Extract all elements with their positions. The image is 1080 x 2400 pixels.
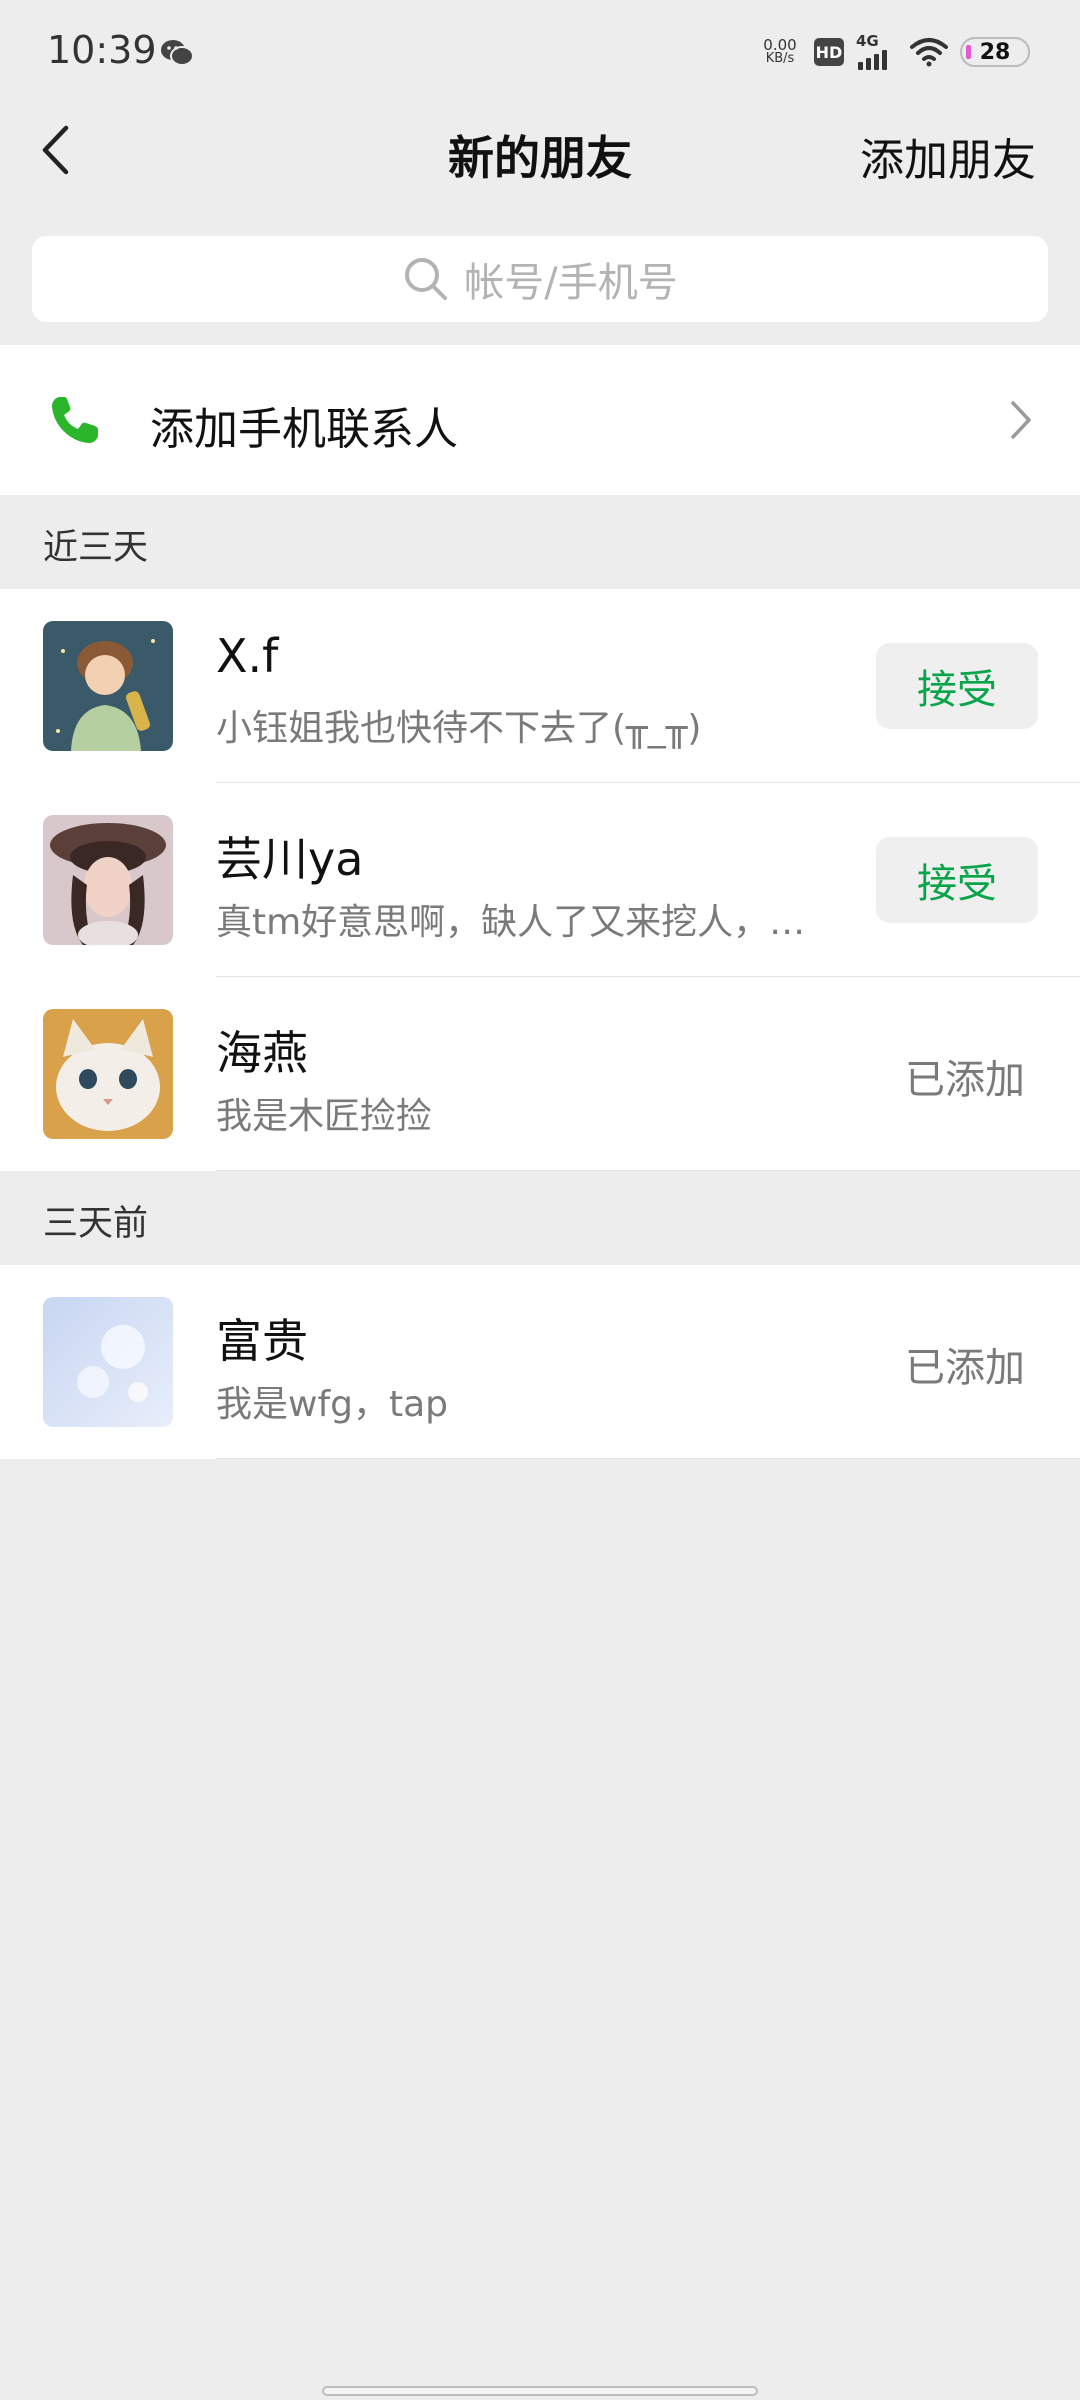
friend-name: 芸川ya bbox=[216, 832, 364, 886]
signal-bar bbox=[882, 50, 887, 70]
status-bar: 10:39 0.00 KB/s HD 4G 28 bbox=[0, 0, 1080, 100]
section-title: 三天前 bbox=[43, 1204, 149, 1244]
chevron-right-icon bbox=[1011, 401, 1031, 439]
avatar bbox=[43, 1009, 173, 1139]
search-input[interactable]: 帐号/手机号 bbox=[32, 236, 1048, 322]
search-placeholder: 帐号/手机号 bbox=[464, 260, 678, 306]
cellular-signal-icon: 4G bbox=[856, 32, 898, 70]
friend-name: 海燕 bbox=[216, 1026, 308, 1080]
avatar bbox=[43, 815, 173, 945]
accept-button[interactable]: 接受 bbox=[876, 837, 1038, 923]
avatar-image bbox=[43, 815, 173, 945]
avatar bbox=[43, 1297, 173, 1427]
network-type-label: 4G bbox=[856, 32, 879, 50]
added-status: 已添加 bbox=[905, 1345, 1025, 1391]
added-status: 已添加 bbox=[905, 1057, 1025, 1103]
friend-name: X.f bbox=[216, 629, 279, 683]
friend-message: 真tm好意思啊，缺人了又来挖人，… bbox=[216, 902, 806, 943]
battery-level: 28 bbox=[979, 39, 1011, 65]
avatar bbox=[43, 621, 173, 751]
avatar-image bbox=[43, 1297, 173, 1427]
section-header: 近三天 bbox=[0, 495, 1080, 589]
add-phone-contacts-item[interactable]: 添加手机联系人 bbox=[0, 345, 1080, 495]
friend-message: 我是wfg，tap bbox=[216, 1384, 448, 1425]
phone-icon bbox=[52, 397, 98, 443]
search-icon bbox=[405, 258, 448, 300]
add-phone-contacts-label: 添加手机联系人 bbox=[150, 404, 458, 455]
battery-fill bbox=[966, 45, 971, 59]
friend-request-row[interactable]: 海燕 我是木匠捡捡 已添加 bbox=[0, 977, 1080, 1171]
nav-bar: 新的朋友 添加朋友 bbox=[0, 100, 1080, 200]
add-friend-button[interactable]: 添加朋友 bbox=[860, 124, 1036, 188]
section-title: 近三天 bbox=[43, 528, 149, 568]
row-divider bbox=[216, 1458, 1080, 1459]
friend-request-row[interactable]: X.f 小钰姐我也快待不下去了(╥_╥) 接受 bbox=[0, 589, 1080, 783]
signal-bar bbox=[866, 58, 871, 70]
friend-request-row[interactable]: 芸川ya 真tm好意思啊，缺人了又来挖人，… 接受 bbox=[0, 783, 1080, 977]
wifi-icon bbox=[910, 38, 948, 67]
section-header: 三天前 bbox=[0, 1171, 1080, 1265]
network-speed-unit: KB/s bbox=[765, 51, 795, 66]
friend-message: 小钰姐我也快待不下去了(╥_╥) bbox=[216, 708, 702, 749]
wechat-notification-icon bbox=[161, 40, 194, 66]
network-speed: 0.00 KB/s bbox=[758, 38, 802, 66]
avatar-image bbox=[43, 1009, 173, 1139]
signal-bar bbox=[858, 62, 863, 70]
avatar-image bbox=[43, 621, 173, 751]
hd-badge: HD bbox=[814, 38, 844, 66]
status-time: 10:39 bbox=[47, 28, 157, 72]
friend-name: 富贵 bbox=[216, 1314, 308, 1368]
signal-bar bbox=[874, 54, 879, 70]
friend-request-row[interactable]: 富贵 我是wfg，tap 已添加 bbox=[0, 1265, 1080, 1459]
home-indicator[interactable] bbox=[322, 2386, 758, 2396]
network-speed-value: 0.00 bbox=[763, 36, 797, 54]
friend-message: 我是木匠捡捡 bbox=[216, 1096, 433, 1137]
accept-button[interactable]: 接受 bbox=[876, 643, 1038, 729]
battery-icon: 28 bbox=[960, 37, 1030, 67]
status-indicators: 0.00 KB/s HD 4G 28 bbox=[758, 32, 1030, 70]
